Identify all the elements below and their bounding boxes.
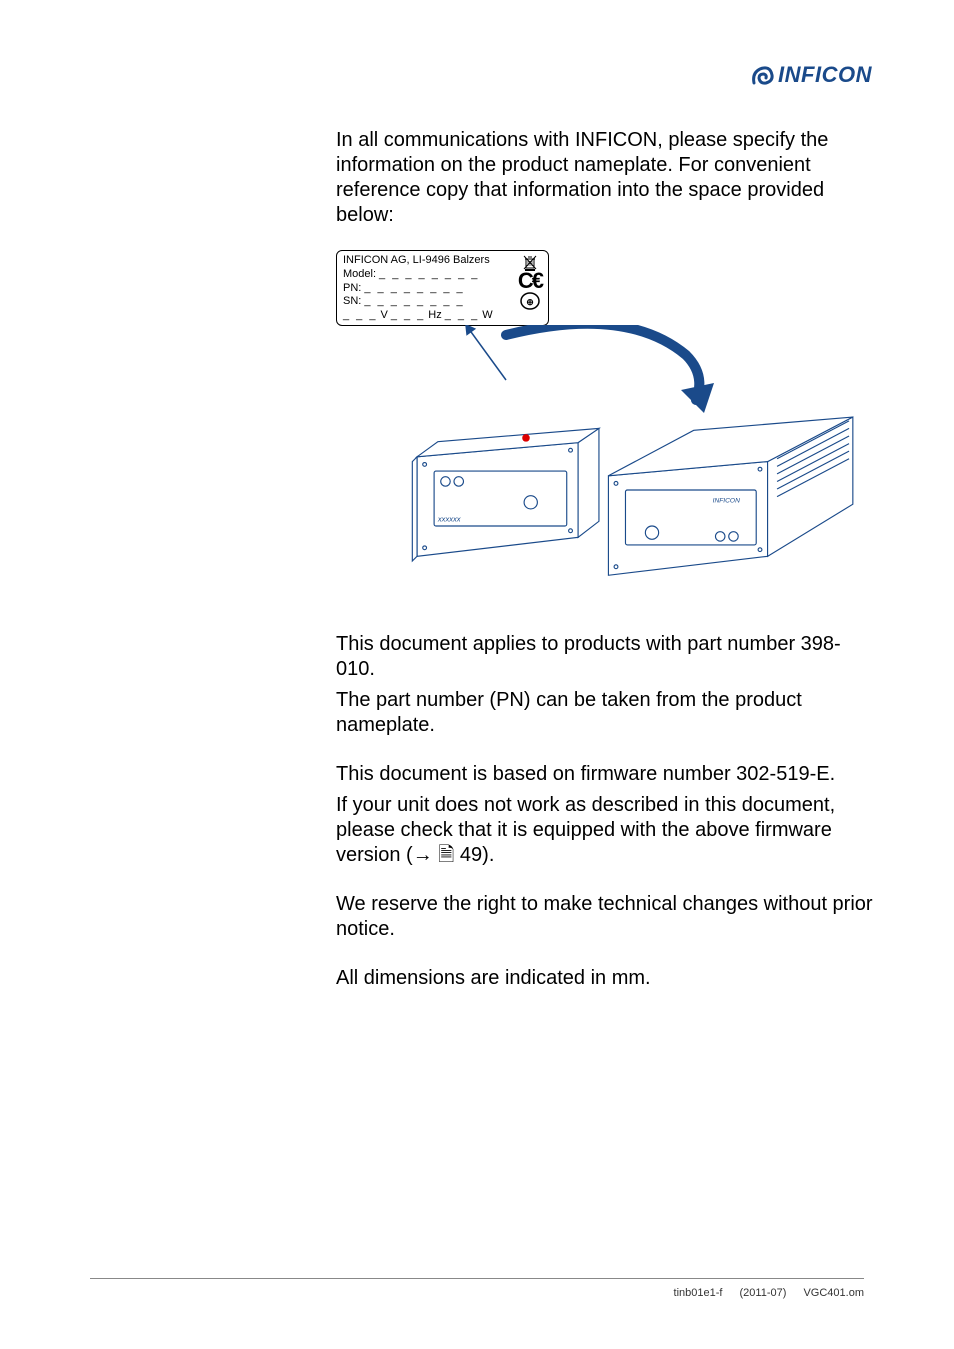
brand-name: INFICON bbox=[778, 62, 872, 88]
nameplate-company: INFICON AG, LI-9496 Balzers bbox=[343, 254, 490, 268]
body-firmware-check: If your unit does not work as described … bbox=[336, 793, 876, 868]
nameplate-hz-blank: _ _ _ bbox=[391, 309, 425, 323]
intro-text: In all communications with INFICON, plea… bbox=[336, 128, 876, 228]
body-firmware: This document is based on firmware numbe… bbox=[336, 762, 876, 787]
nameplate-illustration: INFICON AG, LI-9496 Balzers Model: _ _ _… bbox=[336, 250, 866, 570]
nameplate-hz-label: Hz bbox=[428, 309, 441, 323]
inficon-swirl-icon bbox=[750, 63, 776, 87]
page-ref-icon: 🗎 bbox=[438, 844, 454, 866]
nameplate-pn-label: PN: bbox=[343, 282, 361, 296]
nameplate-sn-label: SN: bbox=[343, 295, 361, 309]
nameplate-v-label: V bbox=[380, 309, 387, 323]
nameplate-box: INFICON AG, LI-9496 Balzers Model: _ _ _… bbox=[336, 250, 549, 326]
body-firmware-check-a: If your unit does not work as described … bbox=[336, 794, 835, 866]
nameplate-pn-blank: _ _ _ _ _ _ _ _ bbox=[364, 282, 464, 296]
nameplate-model-blank: _ _ _ _ _ _ _ _ bbox=[379, 268, 479, 282]
brand-logo: INFICON bbox=[750, 62, 872, 88]
document-page: INFICON In all communications with INFIC… bbox=[0, 0, 954, 1349]
main-content: In all communications with INFICON, plea… bbox=[336, 128, 876, 1015]
footer-om: VGC401.om bbox=[803, 1287, 864, 1299]
ce-mark-icon: C€ bbox=[518, 272, 542, 290]
arrow-icon: → bbox=[413, 844, 433, 866]
csa-mark-icon: ⊕ bbox=[520, 291, 540, 311]
nameplate-sn-blank: _ _ _ _ _ _ _ _ bbox=[364, 295, 464, 309]
nameplate-w-blank: _ _ _ bbox=[445, 309, 479, 323]
footer-doc: tinb01e1-f bbox=[674, 1287, 723, 1299]
nameplate-w-label: W bbox=[482, 309, 492, 323]
svg-text:INFICON: INFICON bbox=[713, 497, 740, 504]
nameplate-model-label: Model: bbox=[343, 268, 376, 282]
body-tech-changes: We reserve the right to make technical c… bbox=[336, 892, 876, 942]
svg-text:⊕: ⊕ bbox=[526, 297, 534, 307]
cert-marks: C€ ⊕ bbox=[518, 255, 542, 311]
svg-text:xxxxxx: xxxxxx bbox=[437, 514, 461, 523]
nameplate-v-blank: _ _ _ bbox=[343, 309, 377, 323]
device-illustration-icon: xxxxxx IN bbox=[366, 400, 866, 580]
page-footer: tinb01e1-f (2011-07) VGC401.om bbox=[90, 1278, 864, 1299]
body-firmware-check-ref: 49). bbox=[454, 844, 494, 866]
body-pn-location: The part number (PN) can be taken from t… bbox=[336, 688, 876, 738]
body-part-number: This document applies to products with p… bbox=[336, 632, 876, 682]
footer-date: (2011-07) bbox=[740, 1287, 787, 1299]
body-dimensions: All dimensions are indicated in mm. bbox=[336, 966, 876, 991]
